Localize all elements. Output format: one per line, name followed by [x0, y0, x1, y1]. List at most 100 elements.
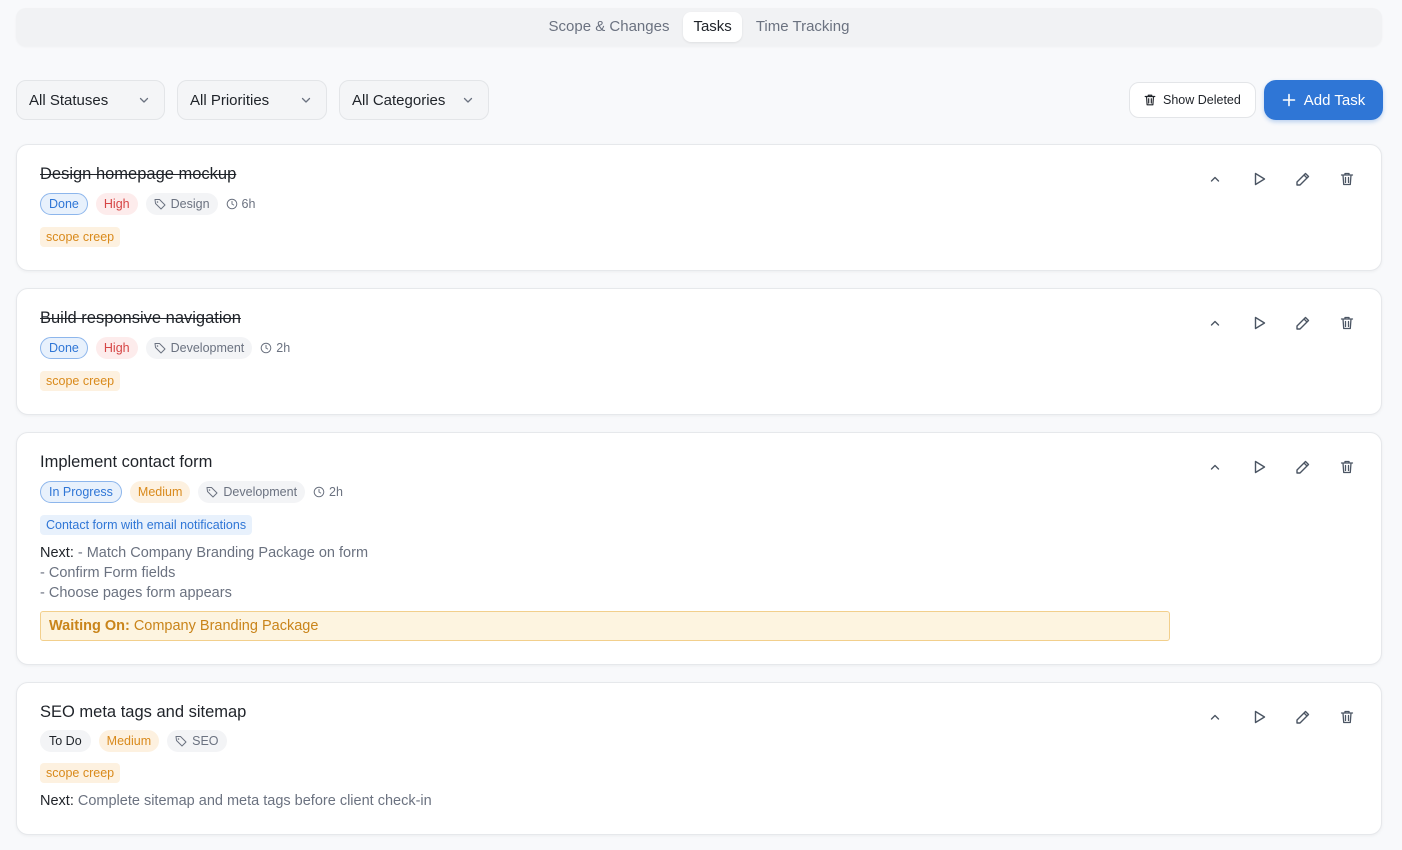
- status-badge: To Do: [40, 730, 91, 752]
- edit-button[interactable]: [1293, 313, 1313, 333]
- collapse-button[interactable]: [1205, 169, 1225, 189]
- next-step-line: - Confirm Form fields: [40, 565, 176, 581]
- task-actions: [1205, 707, 1357, 727]
- delete-button[interactable]: [1337, 313, 1357, 333]
- time-estimate-value: 2h: [329, 485, 343, 499]
- chevron-up-icon: [1210, 320, 1220, 326]
- task-title[interactable]: Build responsive navigation: [40, 308, 241, 328]
- task-meta: Done High Development 2h: [40, 337, 290, 359]
- priority-filter-value: All Priorities: [190, 91, 270, 109]
- chevron-down-icon: [139, 97, 149, 103]
- waiting-on-banner: Waiting On: Company Branding Package: [40, 611, 1170, 641]
- scope-creep-tag: scope creep: [40, 227, 121, 247]
- task-title[interactable]: SEO meta tags and sitemap: [40, 702, 246, 722]
- next-steps: Next: - Match Company Branding Package o…: [40, 543, 368, 603]
- trash-icon: [1144, 94, 1156, 106]
- task-title[interactable]: Implement contact form: [40, 452, 212, 472]
- next-label: Next:: [40, 545, 74, 561]
- tag-icon: [154, 343, 166, 354]
- chevron-up-icon: [1210, 176, 1220, 182]
- show-deleted-button[interactable]: Show Deleted: [1129, 82, 1256, 118]
- status-badge: Done: [40, 193, 88, 215]
- pencil-icon: [1296, 316, 1310, 330]
- waiting-on-label: Waiting On:: [49, 618, 130, 634]
- tag-icon: [206, 487, 218, 498]
- collapse-button[interactable]: [1205, 313, 1225, 333]
- task-card: Implement contact form In Progress Mediu…: [16, 432, 1382, 665]
- task-actions: [1205, 169, 1357, 189]
- tab-time-tracking[interactable]: Time Tracking: [746, 12, 860, 42]
- priority-badge: High: [95, 337, 138, 359]
- task-actions: [1205, 457, 1357, 477]
- pencil-icon: [1296, 710, 1310, 724]
- edit-button[interactable]: [1293, 457, 1313, 477]
- priority-badge: High: [95, 193, 138, 215]
- clock-icon: [226, 198, 237, 210]
- status-badge: Done: [40, 337, 88, 359]
- category-badge: SEO: [167, 730, 227, 752]
- trash-icon: [1340, 316, 1354, 330]
- category-label: Development: [223, 485, 298, 499]
- show-deleted-label: Show Deleted: [1163, 93, 1241, 107]
- category-badge: Development: [145, 337, 253, 359]
- waiting-on-value: Company Branding Package: [133, 618, 319, 634]
- delete-button[interactable]: [1337, 169, 1357, 189]
- category-label: Development: [170, 341, 245, 355]
- tag-icon: [175, 736, 187, 747]
- chevron-down-icon: [463, 97, 473, 103]
- priority-filter-select[interactable]: All Priorities: [177, 80, 327, 120]
- task-card: Build responsive navigation Done High De…: [16, 288, 1382, 415]
- task-meta: In Progress Medium Development 2h: [40, 481, 343, 503]
- view-tabs: Scope & Changes Tasks Time Tracking: [16, 8, 1382, 46]
- play-icon: [1254, 710, 1266, 724]
- scope-creep-tag: scope creep: [40, 763, 121, 783]
- collapse-button[interactable]: [1205, 457, 1225, 477]
- task-actions: [1205, 313, 1357, 333]
- edit-button[interactable]: [1293, 169, 1313, 189]
- next-step-line: - Choose pages form appears: [40, 585, 232, 601]
- add-task-label: Add Task: [1303, 91, 1366, 109]
- time-estimate: 6h: [226, 197, 255, 211]
- plus-icon: [1282, 93, 1296, 107]
- scope-creep-tag: scope creep: [40, 371, 121, 391]
- play-icon: [1254, 172, 1266, 186]
- start-timer-button[interactable]: [1249, 457, 1269, 477]
- play-icon: [1254, 316, 1266, 330]
- chevron-down-icon: [301, 97, 311, 103]
- task-toolbar: All Statuses All Priorities All Categori…: [16, 80, 1383, 120]
- chevron-up-icon: [1210, 714, 1220, 720]
- tab-tasks[interactable]: Tasks: [683, 12, 742, 42]
- description-tag: Contact form with email notifications: [40, 515, 253, 535]
- collapse-button[interactable]: [1205, 707, 1225, 727]
- edit-button[interactable]: [1293, 707, 1313, 727]
- task-title[interactable]: Design homepage mockup: [40, 164, 236, 184]
- status-filter-select[interactable]: All Statuses: [16, 80, 165, 120]
- task-card: SEO meta tags and sitemap To Do Medium S…: [16, 682, 1382, 835]
- delete-button[interactable]: [1337, 707, 1357, 727]
- task-card: Design homepage mockup Done High Design …: [16, 144, 1382, 271]
- add-task-button[interactable]: Add Task: [1264, 80, 1383, 120]
- status-filter-value: All Statuses: [29, 91, 109, 109]
- category-badge: Development: [198, 481, 306, 503]
- start-timer-button[interactable]: [1249, 313, 1269, 333]
- category-badge: Design: [145, 193, 218, 215]
- task-meta: To Do Medium SEO: [40, 730, 227, 752]
- delete-button[interactable]: [1337, 457, 1357, 477]
- priority-badge: Medium: [98, 730, 160, 752]
- tag-icon: [154, 199, 166, 210]
- time-estimate: 2h: [260, 341, 290, 355]
- clock-icon: [313, 486, 325, 498]
- next-label: Next:: [40, 793, 74, 809]
- start-timer-button[interactable]: [1249, 169, 1269, 189]
- status-badge: In Progress: [40, 481, 122, 503]
- time-estimate: 2h: [313, 485, 343, 499]
- start-timer-button[interactable]: [1249, 707, 1269, 727]
- tab-scope-changes[interactable]: Scope & Changes: [539, 12, 680, 42]
- clock-icon: [260, 342, 272, 354]
- next-steps: Next: Complete sitemap and meta tags bef…: [40, 791, 432, 811]
- play-icon: [1254, 460, 1266, 474]
- trash-icon: [1340, 710, 1354, 724]
- category-filter-value: All Categories: [352, 91, 446, 109]
- category-label: Design: [170, 197, 210, 211]
- category-filter-select[interactable]: All Categories: [339, 80, 489, 120]
